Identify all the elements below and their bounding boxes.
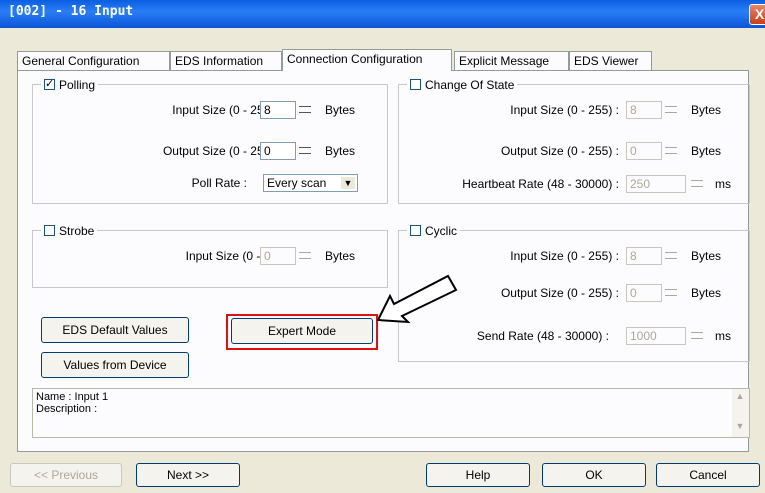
title-bar: [002] - 16 Input X <box>0 0 765 28</box>
heartbeat-field: 250 <box>626 175 686 193</box>
help-button[interactable]: Help <box>426 463 530 487</box>
send-rate-spinner: 1000 <box>626 327 708 345</box>
poll-rate-select[interactable]: Every scan ▼ <box>263 174 358 192</box>
next-button[interactable]: Next >> <box>136 463 240 487</box>
cyclic-output-label: Output Size (0 - 255) : <box>500 286 619 300</box>
cos-label: Change Of State <box>425 77 515 92</box>
expert-mode-button[interactable]: Expert Mode <box>231 318 373 344</box>
scroll-down-icon[interactable]: ▼ <box>733 421 747 435</box>
strobe-input-field: 0 <box>260 247 296 265</box>
tab-explicit-message[interactable]: Explicit Message <box>454 51 569 70</box>
strobe-legend: Strobe <box>41 223 98 238</box>
send-rate-field: 1000 <box>626 327 686 345</box>
cyclic-input-label: Input Size (0 - 255) : <box>510 249 619 263</box>
cos-input-field: 8 <box>626 101 662 119</box>
heartbeat-spinner: 250 <box>626 175 708 193</box>
poll-rate-value: Every scan <box>267 176 327 190</box>
spin-arrows-icon <box>296 247 315 265</box>
info-description: Description : <box>36 403 98 415</box>
heartbeat-unit: ms <box>715 177 731 191</box>
send-rate-unit: ms <box>715 329 731 343</box>
strobe-label: Strobe <box>59 223 95 238</box>
values-from-device-button[interactable]: Values from Device <box>41 352 189 378</box>
spin-arrows-icon <box>662 284 681 302</box>
cos-checkbox[interactable] <box>410 79 421 90</box>
previous-button[interactable]: << Previous <box>10 463 122 487</box>
eds-default-values-button[interactable]: EDS Default Values <box>41 317 189 343</box>
ok-button[interactable]: OK <box>542 463 646 487</box>
cyclic-output-field: 0 <box>626 284 662 302</box>
polling-input-field[interactable]: 8 <box>260 101 296 119</box>
cyclic-input-field: 8 <box>626 247 662 265</box>
send-rate-label: Send Rate (48 - 30000) : <box>476 329 609 343</box>
cos-input-spinner: 8 <box>626 101 681 119</box>
cyclic-input-spinner: 8 <box>626 247 681 265</box>
strobe-checkbox[interactable] <box>44 225 55 236</box>
polling-input-spinner[interactable]: 8 <box>260 101 315 119</box>
tab-eds-information[interactable]: EDS Information <box>170 51 282 70</box>
polling-output-unit: Bytes <box>325 144 356 158</box>
strobe-group: Strobe Input Size (0 - 8) : 0 Bytes <box>32 223 388 288</box>
spin-arrows-icon <box>662 101 681 119</box>
tab-connection-configuration[interactable]: Connection Configuration <box>282 49 452 71</box>
cos-output-unit: Bytes <box>691 144 722 158</box>
info-scrollbar[interactable]: ▲ ▼ <box>732 389 749 437</box>
chevron-down-icon[interactable]: ▼ <box>340 176 356 190</box>
change-of-state-group: Change Of State Input Size (0 - 255) : 8… <box>398 77 750 204</box>
cyclic-legend: Cyclic <box>407 223 460 238</box>
cyclic-output-spinner: 0 <box>626 284 681 302</box>
cyclic-output-unit: Bytes <box>691 286 722 300</box>
cyclic-label: Cyclic <box>425 223 457 238</box>
polling-legend: ✓ Polling <box>41 77 99 92</box>
strobe-input-unit: Bytes <box>325 249 356 263</box>
polling-label: Polling <box>59 77 96 92</box>
cos-output-label: Output Size (0 - 255) : <box>500 144 619 158</box>
tab-eds-viewer[interactable]: EDS Viewer <box>569 51 652 70</box>
polling-output-spinner[interactable]: 0 <box>260 142 315 160</box>
cos-input-label: Input Size (0 - 255) : <box>510 103 619 117</box>
spin-arrows-icon <box>662 142 681 160</box>
info-box: Name : Input 1 Description : ▲ ▼ <box>32 388 750 438</box>
cyclic-input-unit: Bytes <box>691 249 722 263</box>
polling-input-unit: Bytes <box>325 103 356 117</box>
poll-rate-label: Poll Rate : <box>191 176 247 190</box>
tab-general-configuration[interactable]: General Configuration <box>17 51 170 70</box>
polling-group: ✓ Polling Input Size (0 - 255) : 8 Bytes… <box>32 77 388 204</box>
polling-checkbox[interactable]: ✓ <box>44 79 55 90</box>
strobe-input-spinner: 0 <box>260 247 315 265</box>
cancel-button[interactable]: Cancel <box>656 463 760 487</box>
cos-legend: Change Of State <box>407 77 518 92</box>
info-name: Name : Input 1 <box>36 391 109 403</box>
polling-output-field[interactable]: 0 <box>260 142 296 160</box>
spin-arrows-icon <box>662 247 681 265</box>
spin-arrows-icon[interactable] <box>296 142 315 160</box>
spin-arrows-icon <box>688 327 707 345</box>
cos-output-spinner: 0 <box>626 142 681 160</box>
cyclic-checkbox[interactable] <box>410 225 421 236</box>
cos-input-unit: Bytes <box>691 103 722 117</box>
close-button[interactable]: X <box>749 4 765 25</box>
dialog-window: [002] - 16 Input X General Configuration… <box>0 0 765 493</box>
cos-output-field: 0 <box>626 142 662 160</box>
heartbeat-label: Heartbeat Rate (48 - 30000) : <box>462 177 619 191</box>
spin-arrows-icon[interactable] <box>296 101 315 119</box>
pointer-arrow-icon <box>376 274 458 324</box>
window-title: [002] - 16 Input <box>8 4 134 19</box>
scroll-up-icon[interactable]: ▲ <box>733 391 747 405</box>
spin-arrows-icon <box>688 175 707 193</box>
